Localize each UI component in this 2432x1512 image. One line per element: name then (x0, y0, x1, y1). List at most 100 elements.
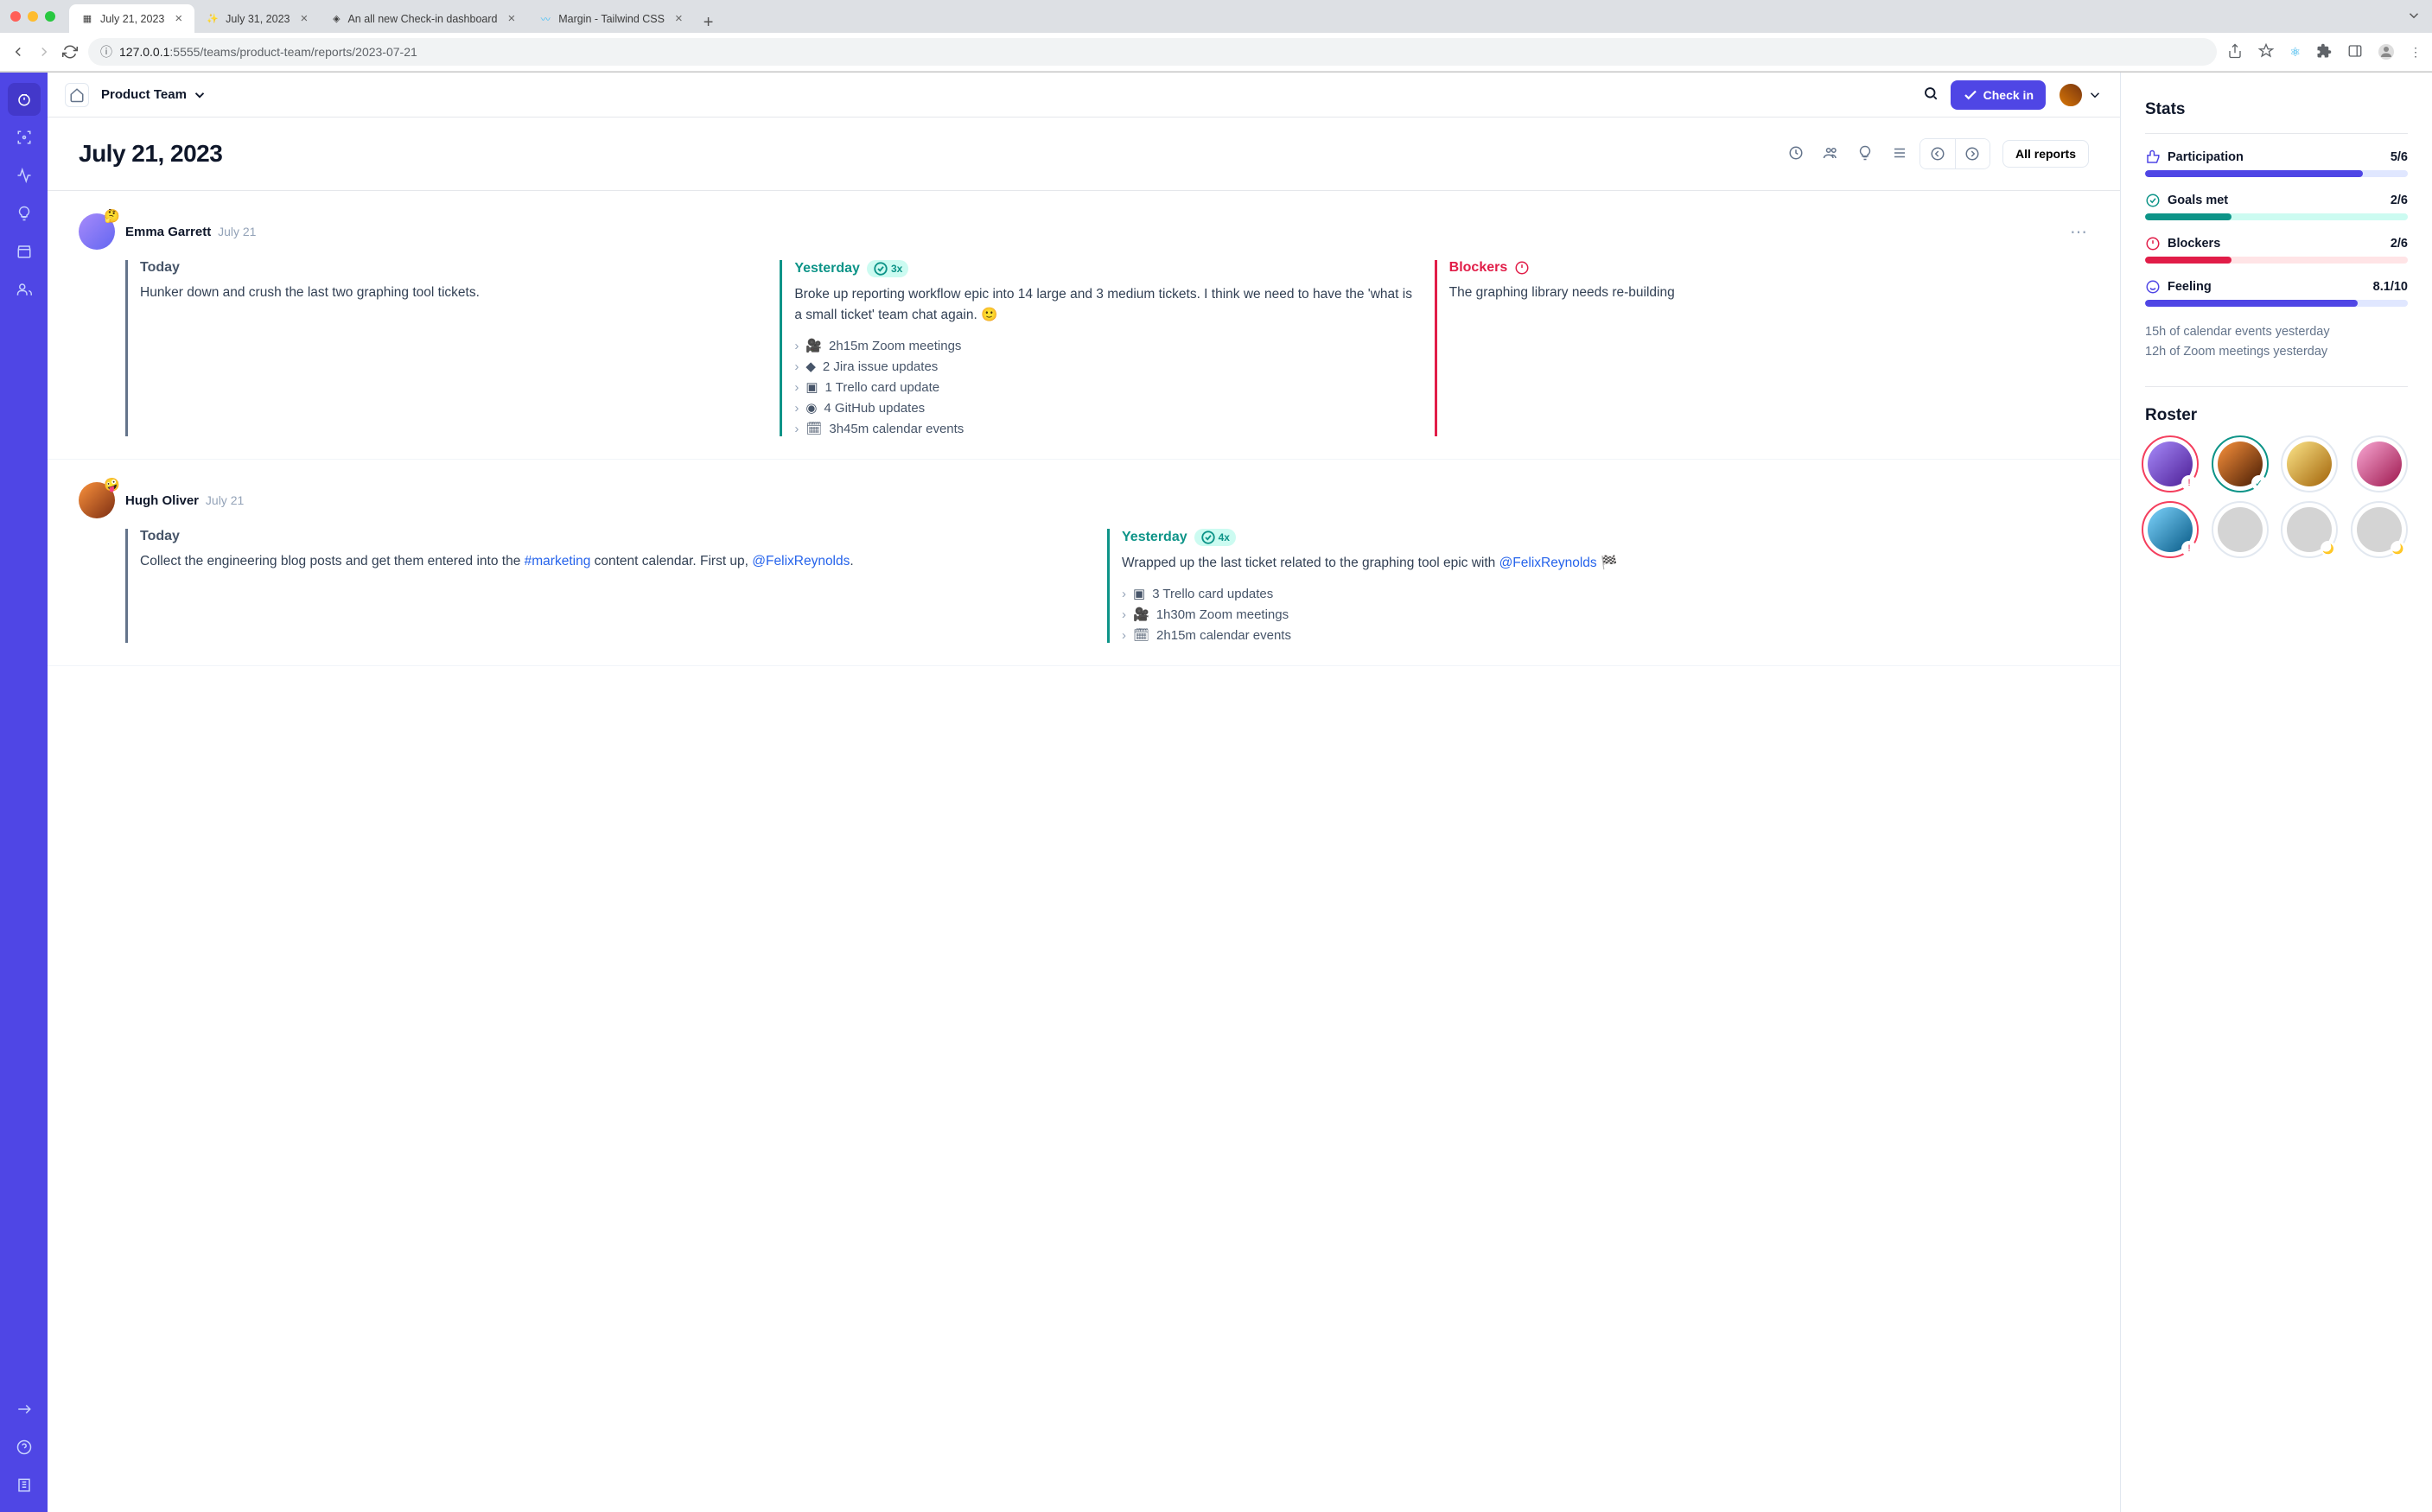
react-devtools-icon[interactable]: ⚛ (2289, 45, 2301, 60)
home-button[interactable] (65, 83, 89, 107)
moon-badge-icon: 🌙 (2391, 541, 2406, 556)
close-window[interactable] (10, 11, 21, 22)
hashtag-link[interactable]: #marketing (525, 554, 591, 569)
report-date: July 21 (218, 225, 256, 238)
roster-avatar[interactable]: ! (2145, 439, 2195, 489)
alert-icon (2145, 236, 2161, 251)
chevron-right-icon: › (794, 401, 799, 416)
tab-close-icon[interactable]: × (507, 11, 515, 26)
extensions-icon[interactable] (2316, 43, 2332, 61)
prev-day-button[interactable] (1920, 139, 1955, 168)
clock-icon[interactable] (1788, 145, 1804, 163)
chevron-down-icon (192, 87, 207, 103)
list-icon[interactable] (1892, 145, 1907, 163)
window-controls (10, 11, 55, 22)
bookmark-icon[interactable] (2258, 43, 2274, 61)
activity-item[interactable]: › ▣ 3 Trello card updates (1122, 586, 2073, 601)
reload-button[interactable] (62, 44, 78, 60)
breadcrumb[interactable]: Product Team (101, 87, 207, 103)
activity-item[interactable]: › ▣ 1 Trello card update (794, 379, 1418, 395)
tab-overflow-icon[interactable] (2406, 8, 2422, 26)
thumbs-up-icon (2145, 149, 2161, 165)
yesterday-text: Wrapped up the last ticket related to th… (1122, 553, 2073, 574)
alert-badge-icon: ! (2181, 541, 2197, 556)
activity-item[interactable]: › ◉ 4 GitHub updates (794, 400, 1418, 416)
stat-label: Blockers (2168, 237, 2220, 251)
browser-tab[interactable]: ✨ July 31, 2023 × (194, 4, 320, 33)
url-host: 127.0.0.1 (119, 45, 169, 59)
tab-close-icon[interactable]: × (175, 11, 182, 26)
new-tab-button[interactable]: + (695, 13, 723, 33)
mention-link[interactable]: @FelixReynolds (1499, 556, 1597, 570)
checkin-button[interactable]: Check in (1951, 80, 2046, 110)
tab-close-icon[interactable]: × (300, 11, 308, 26)
minimize-window[interactable] (28, 11, 38, 22)
share-icon[interactable] (2227, 43, 2243, 61)
back-button[interactable] (10, 44, 26, 60)
sidebar-item-help[interactable] (8, 1431, 41, 1464)
roster-avatar[interactable]: ! (2145, 505, 2195, 555)
yesterday-heading: Yesterday (1122, 530, 1187, 545)
roster-avatar[interactable]: 🌙 (2284, 505, 2334, 555)
author-name[interactable]: Emma Garrett (125, 225, 211, 239)
date-nav (1919, 138, 1990, 169)
author-avatar[interactable]: 🤪 (79, 482, 115, 518)
roster-avatar[interactable]: ✓ (2215, 439, 2265, 489)
kebab-menu-icon[interactable]: ⋮ (2410, 45, 2422, 60)
lightbulb-icon[interactable] (1857, 145, 1873, 163)
browser-tab-active[interactable]: ▦ July 21, 2023 × (69, 4, 194, 33)
stat-label: Goals met (2168, 194, 2228, 207)
activity-item[interactable]: › 🎥 2h15m Zoom meetings (794, 338, 1418, 353)
trello-icon: ▣ (1133, 586, 1145, 601)
stat-label: Participation (2168, 150, 2244, 164)
stat-value: 8.1/10 (2373, 280, 2408, 294)
jira-icon: ◆ (805, 359, 816, 374)
page-header: July 21, 2023 All reports (48, 118, 2120, 191)
activity-item[interactable]: › 🗓 2h15m calendar events (1122, 627, 2073, 643)
activity-item[interactable]: › 🗓 3h45m calendar events (794, 421, 1418, 436)
check-circle-icon (2145, 193, 2161, 208)
activity-item[interactable]: › 🎥 1h30m Zoom meetings (1122, 607, 2073, 622)
stat-value: 2/6 (2391, 237, 2408, 251)
today-text: Hunker down and crush the last two graph… (140, 283, 764, 303)
roster-avatar[interactable] (2354, 439, 2404, 489)
report-menu-icon[interactable]: ⋯ (2070, 221, 2089, 243)
browser-tab[interactable]: 〰 Margin - Tailwind CSS × (527, 4, 695, 33)
tab-title: July 21, 2023 (100, 13, 164, 25)
maximize-window[interactable] (45, 11, 55, 22)
all-reports-button[interactable]: All reports (2002, 140, 2089, 168)
next-day-button[interactable] (1955, 139, 1990, 168)
goals-chip[interactable]: 4x (1194, 529, 1236, 546)
roster-avatar[interactable] (2284, 439, 2334, 489)
profile-avatar[interactable] (2378, 44, 2394, 60)
sidepanel-icon[interactable] (2347, 43, 2363, 61)
search-button[interactable] (1923, 86, 1939, 104)
sidebar-item-focus[interactable] (8, 121, 41, 154)
activity-item[interactable]: › ◆ 2 Jira issue updates (794, 359, 1418, 374)
sidebar-item-ideas[interactable] (8, 197, 41, 230)
sidebar-item-shop[interactable] (8, 235, 41, 268)
meta-line: 15h of calendar events yesterday (2145, 322, 2408, 342)
sidebar-item-collapse[interactable] (8, 1393, 41, 1426)
sidebar-item-team[interactable] (8, 273, 41, 306)
tab-close-icon[interactable]: × (675, 11, 683, 26)
address-bar[interactable]: ⓘ 127.0.0.1:5555/teams/product-team/repo… (88, 38, 2217, 66)
author-name[interactable]: Hugh Oliver (125, 493, 199, 508)
sidebar-item-dashboard[interactable] (8, 83, 41, 116)
roster-avatar[interactable] (2215, 505, 2265, 555)
blockers-text: The graphing library needs re-building (1449, 283, 2073, 303)
favicon-icon: ▦ (81, 13, 93, 25)
roster-avatar[interactable]: 🌙 (2354, 505, 2404, 555)
author-avatar[interactable]: 🤔 (79, 213, 115, 250)
sidebar-item-activity[interactable] (8, 159, 41, 192)
browser-tab[interactable]: ◈ An all new Check-in dashboard × (320, 4, 527, 33)
user-avatar (2058, 82, 2084, 108)
goals-chip[interactable]: 3x (867, 260, 908, 277)
sidebar-item-org[interactable] (8, 1469, 41, 1502)
mention-link[interactable]: @FelixReynolds (752, 554, 850, 569)
forward-button[interactable] (36, 44, 52, 60)
team-icon[interactable] (1823, 145, 1838, 163)
url-path: :5555/teams/product-team/reports/2023-07… (169, 45, 417, 59)
user-menu[interactable] (2058, 82, 2103, 108)
site-info-icon[interactable]: ⓘ (100, 43, 112, 60)
